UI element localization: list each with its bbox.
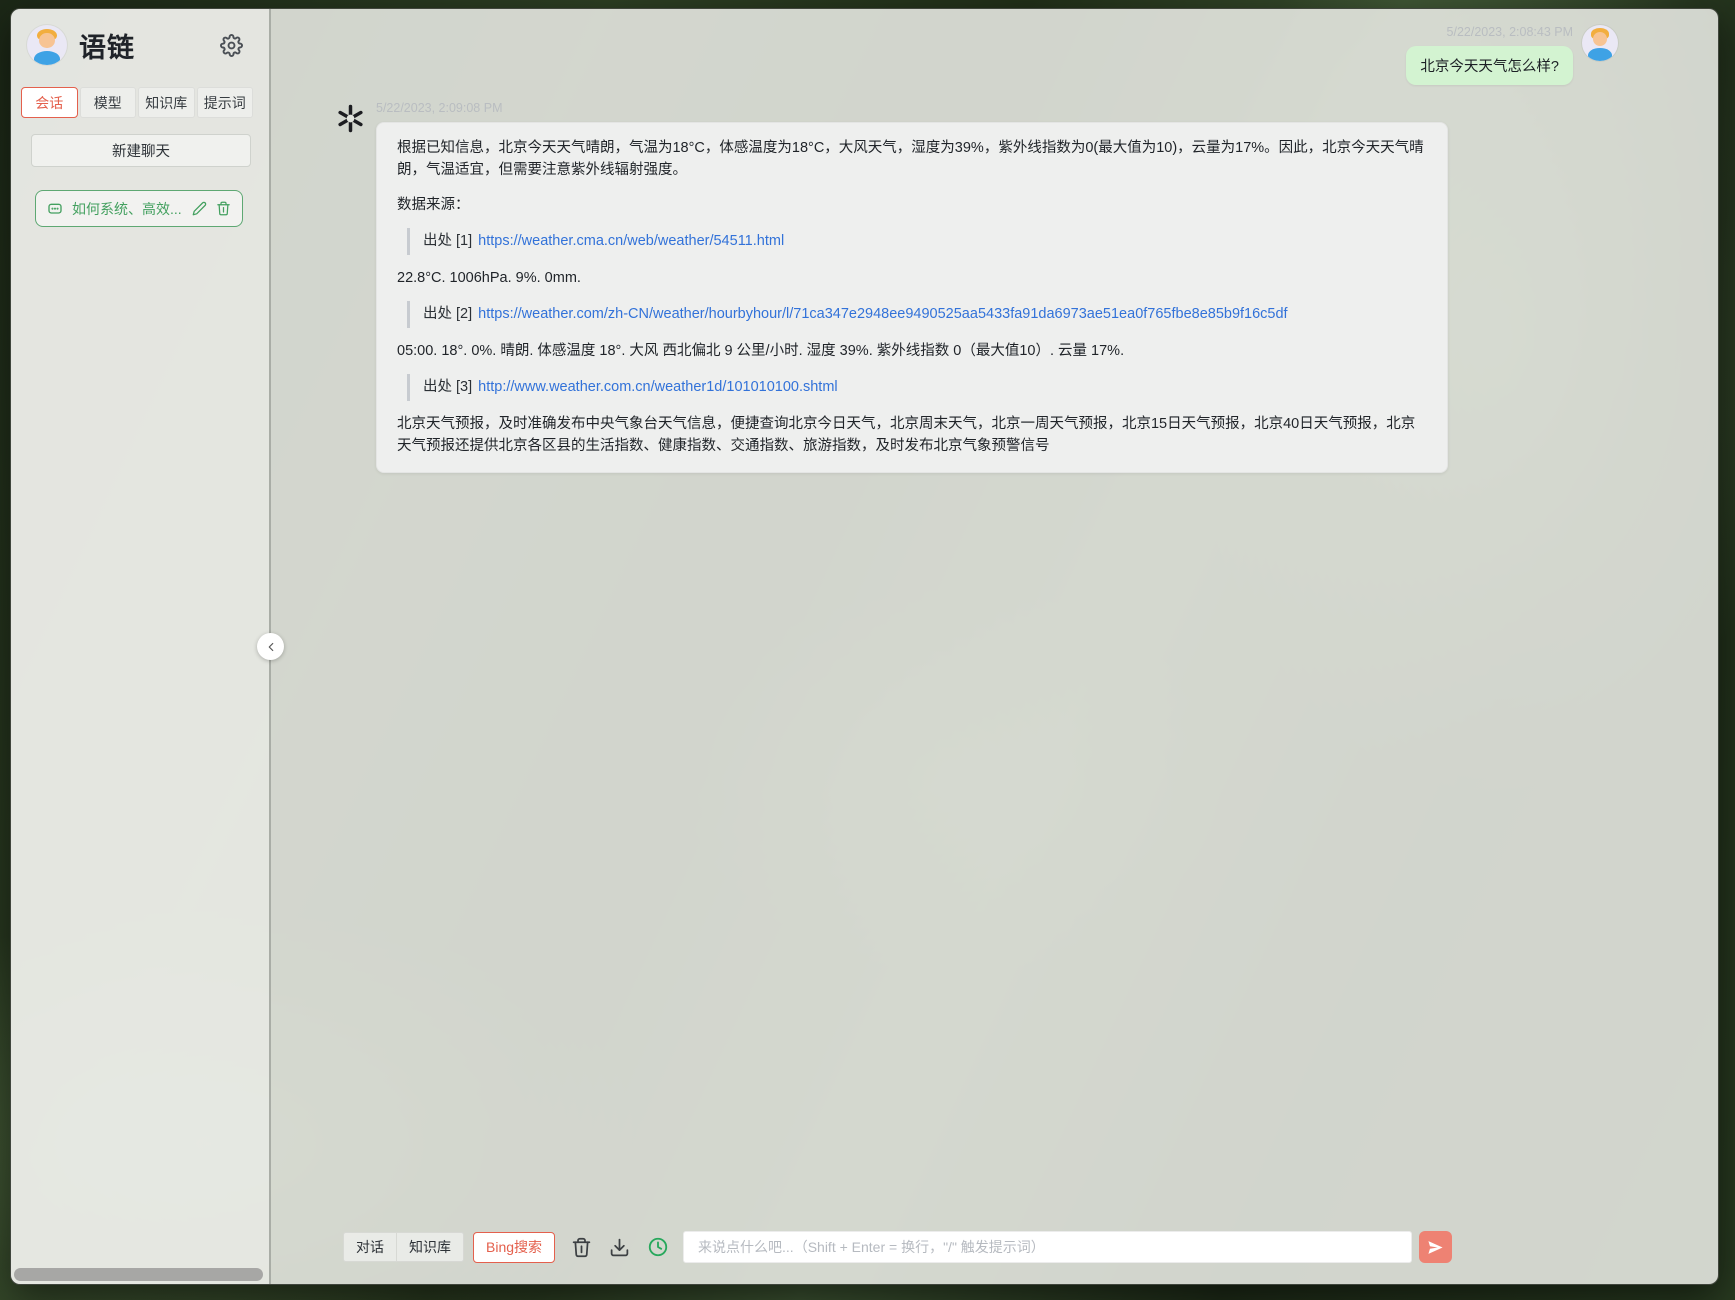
citation-2-note: 05:00. 18°. 0%. 晴朗. 体感温度 18°. 大风 西北偏北 9 … <box>397 342 1125 359</box>
citation-1-link[interactable]: https://weather.cma.cn/web/weather/54511… <box>478 233 784 249</box>
app-title: 语链 <box>79 32 135 63</box>
citation-3-link[interactable]: http://www.weather.com.cn/weather1d/1010… <box>478 379 837 395</box>
tab-knowledge-base[interactable]: 知识库 <box>138 87 195 118</box>
tab-prompts[interactable]: 提示词 <box>196 87 253 118</box>
openai-logo-icon <box>338 104 363 133</box>
download-icon[interactable] <box>609 1237 630 1258</box>
citation-2-link[interactable]: https://weather.com/zh-CN/weather/hourby… <box>478 306 1287 322</box>
sidebar-collapse-button[interactable] <box>257 633 284 660</box>
history-clock-icon[interactable] <box>647 1236 669 1258</box>
message-input[interactable] <box>683 1231 1412 1263</box>
user-message-row: 5/22/2023, 2:08:43 PM 北京今天天气怎么样? <box>1406 25 1618 85</box>
avatar-shirt <box>1588 48 1612 61</box>
sources-label: 数据来源： <box>397 196 470 213</box>
citation-1-prefix: 出处 [1] <box>423 233 473 250</box>
chat-bubble-icon <box>48 203 62 214</box>
citation-3-prefix: 出处 [3] <box>423 379 473 396</box>
app-window: 语链 会话 模型 知识库 提示词 新建聊天 如何系统、高效... 5/22/20… <box>10 8 1719 1285</box>
sidebar-horizontal-scrollbar[interactable] <box>14 1268 263 1281</box>
user-avatar[interactable] <box>27 25 67 65</box>
assistant-message-row: 5/22/2023, 2:09:08 PM 根据已知信息，北京今天天气晴朗，气温… <box>335 101 1448 473</box>
tab-models[interactable]: 模型 <box>79 87 136 118</box>
mode-chat-button[interactable]: 对话 <box>343 1232 397 1262</box>
delete-trash-icon[interactable] <box>216 201 231 216</box>
citation-1-note: 22.8°C. 1006hPa. 9%. 0mm. <box>397 269 581 286</box>
citation-1: 出处 [1] https://weather.cma.cn/web/weather… <box>407 228 1427 255</box>
mode-bing-search-button[interactable]: Bing搜索 <box>473 1231 556 1263</box>
chevron-left-icon <box>268 642 273 651</box>
settings-gear-icon[interactable] <box>220 33 243 57</box>
sidebar: 语链 会话 模型 知识库 提示词 新建聊天 如何系统、高效... <box>11 9 271 1284</box>
clear-trash-icon[interactable] <box>571 1237 592 1258</box>
citation-2: 出处 [2] https://weather.com/zh-CN/weather/… <box>407 301 1427 328</box>
sidebar-header: 语链 <box>11 9 269 65</box>
send-button[interactable] <box>1419 1231 1452 1263</box>
edit-pencil-icon[interactable] <box>192 201 207 216</box>
user-avatar <box>1582 25 1618 61</box>
mode-knowledge-base-button[interactable]: 知识库 <box>397 1232 464 1262</box>
citation-3-note: 北京天气预报，及时准确发布中央气象台天气信息，便捷查询北京今日天气，北京周末天气… <box>397 415 1416 455</box>
input-toolbar: 对话 知识库 Bing搜索 <box>343 1231 1452 1263</box>
tab-conversations[interactable]: 会话 <box>21 87 78 118</box>
conversation-list-item[interactable]: 如何系统、高效... <box>35 190 243 227</box>
citation-2-prefix: 出处 [2] <box>423 306 473 323</box>
conversation-title[interactable]: 如何系统、高效... <box>72 199 183 219</box>
sidebar-tabs: 会话 模型 知识库 提示词 <box>21 87 253 118</box>
avatar-face <box>1593 32 1608 46</box>
chat-area: 5/22/2023, 2:08:43 PM 北京今天天气怎么样? 5/22/20… <box>273 9 1718 1284</box>
avatar-face <box>39 33 55 49</box>
user-message-timestamp: 5/22/2023, 2:08:43 PM <box>1446 25 1573 39</box>
send-plane-icon <box>1428 1240 1443 1254</box>
assistant-message-timestamp: 5/22/2023, 2:09:08 PM <box>376 101 503 115</box>
avatar-shirt <box>33 50 61 65</box>
assistant-message-bubble: 根据已知信息，北京今天天气晴朗，气温为18°C，体感温度为18°C，大风天气，湿… <box>376 122 1448 473</box>
user-message-bubble: 北京今天天气怎么样? <box>1406 46 1573 85</box>
citation-3: 出处 [3] http://www.weather.com.cn/weather1… <box>407 374 1427 401</box>
new-chat-button[interactable]: 新建聊天 <box>31 134 251 167</box>
assistant-paragraph: 根据已知信息，北京今天天气晴朗，气温为18°C，体感温度为18°C，大风天气，湿… <box>397 140 1424 179</box>
